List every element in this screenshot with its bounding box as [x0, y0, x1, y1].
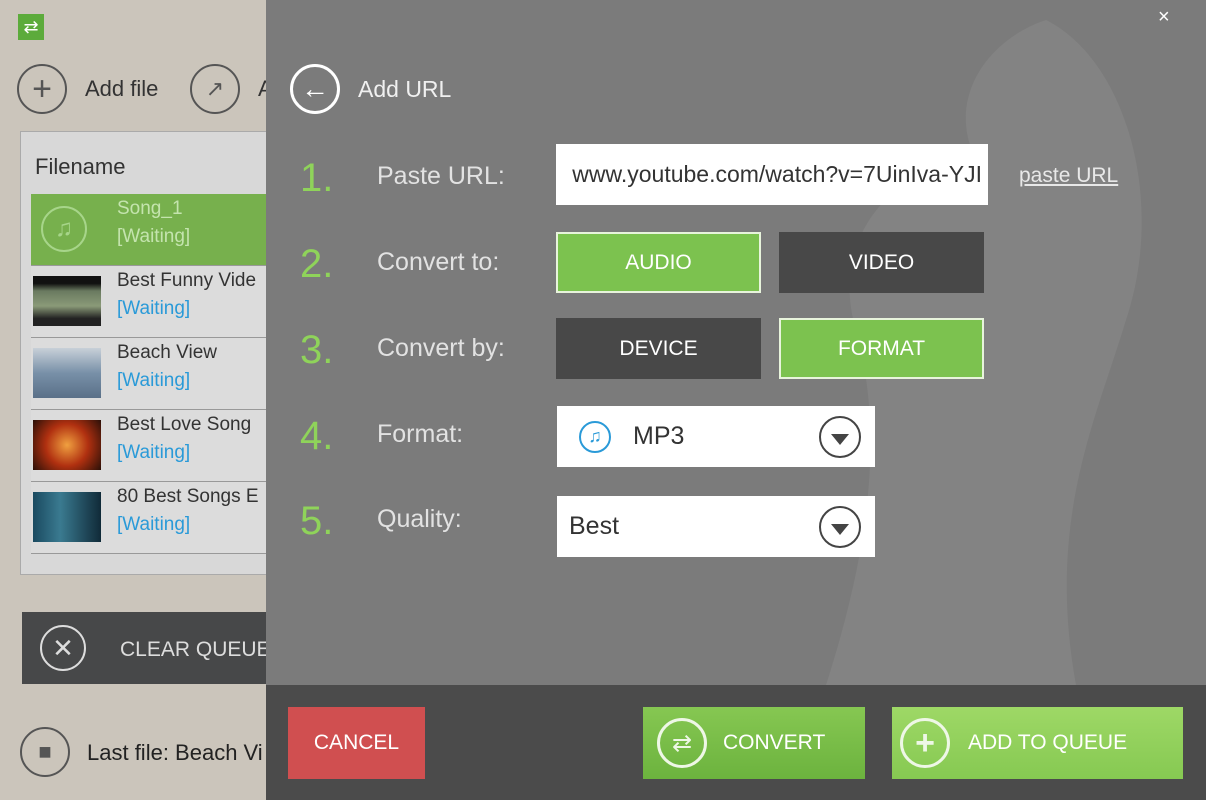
queue-list: Filename ♫ Song_1 [Waiting] Best Funny V…	[20, 131, 267, 575]
video-thumbnail	[33, 348, 101, 398]
clear-queue-label: CLEAR QUEUE	[120, 638, 271, 661]
list-item[interactable]: 80 Best Songs E [Waiting]	[31, 482, 267, 554]
convert-button[interactable]: ⇄ CONVERT	[643, 707, 865, 779]
music-note-icon: ♫	[41, 206, 87, 252]
step-number: 1.	[300, 156, 334, 200]
convert-icon: ⇄	[657, 718, 707, 768]
list-item[interactable]: Best Love Song [Waiting]	[31, 410, 267, 482]
list-item[interactable]: Beach View [Waiting]	[31, 338, 267, 410]
audio-button[interactable]: AUDIO	[556, 232, 761, 293]
dialog-title: Add URL	[358, 76, 452, 102]
cancel-button[interactable]: CANCEL	[288, 707, 425, 779]
add-to-queue-button[interactable]: + ADD TO QUEUE	[892, 707, 1183, 779]
item-status: [Waiting]	[117, 298, 191, 319]
share-icon[interactable]: ↗	[190, 64, 240, 114]
step-label: Convert to:	[377, 248, 500, 276]
step-label: Paste URL:	[377, 162, 505, 190]
item-name: Song_1	[117, 198, 183, 219]
folder-icon[interactable]: ■	[20, 727, 70, 777]
url-input[interactable]: www.youtube.com/watch?v=7UinIva-YJI	[556, 144, 988, 205]
item-name: Best Love Song	[117, 414, 252, 435]
step-label: Format:	[377, 420, 464, 448]
convert-label: CONVERT	[723, 731, 826, 754]
video-thumbnail	[33, 492, 101, 542]
app-logo-icon: ⇄	[18, 14, 44, 40]
add-file-button[interactable]: Add file	[85, 76, 158, 102]
list-item[interactable]: Best Funny Vide [Waiting]	[31, 266, 267, 338]
item-name: Best Funny Vide	[117, 270, 257, 291]
item-name: Beach View	[117, 342, 217, 363]
add-to-queue-label: ADD TO QUEUE	[968, 731, 1128, 754]
item-name: 80 Best Songs E	[117, 486, 259, 507]
add-file-icon[interactable]: +	[17, 64, 67, 114]
step-label: Quality:	[377, 505, 462, 533]
item-status: [Waiting]	[117, 514, 191, 535]
format-value: MP3	[633, 422, 685, 450]
video-button[interactable]: VIDEO	[779, 232, 984, 293]
video-thumbnail	[33, 276, 101, 326]
step-number: 4.	[300, 414, 334, 458]
item-status: [Waiting]	[117, 442, 191, 463]
video-thumbnail	[33, 420, 101, 470]
close-circle-icon: ✕	[40, 625, 86, 671]
chevron-down-icon[interactable]	[819, 506, 861, 548]
quality-select[interactable]: Best	[557, 496, 875, 557]
main-window: ⇄ + Add file ↗ A Filename ♫ Song_1 [Wait…	[0, 0, 273, 800]
back-arrow-icon[interactable]: ←	[290, 64, 340, 114]
step-number: 3.	[300, 328, 334, 372]
clear-queue-button[interactable]: ✕ CLEAR QUEUE	[22, 612, 271, 684]
audio-format-icon: ♫	[579, 420, 611, 453]
paste-url-link[interactable]: paste URL	[1019, 164, 1118, 188]
last-file-label: Last file: Beach Vi	[87, 740, 263, 765]
plus-icon: +	[900, 718, 950, 768]
close-button[interactable]: ×	[1158, 6, 1170, 29]
quality-value: Best	[569, 512, 620, 540]
item-status: [Waiting]	[117, 370, 191, 391]
step-label: Convert by:	[377, 334, 505, 362]
format-select[interactable]: ♫ MP3	[557, 406, 875, 467]
filename-header: Filename	[35, 154, 126, 179]
step-number: 2.	[300, 242, 334, 286]
step-number: 5.	[300, 499, 334, 543]
format-button[interactable]: FORMAT	[779, 318, 984, 379]
chevron-down-icon[interactable]	[819, 416, 861, 458]
list-item[interactable]: ♫ Song_1 [Waiting]	[31, 194, 267, 266]
item-status: [Waiting]	[117, 226, 191, 247]
device-button[interactable]: DEVICE	[556, 318, 761, 379]
